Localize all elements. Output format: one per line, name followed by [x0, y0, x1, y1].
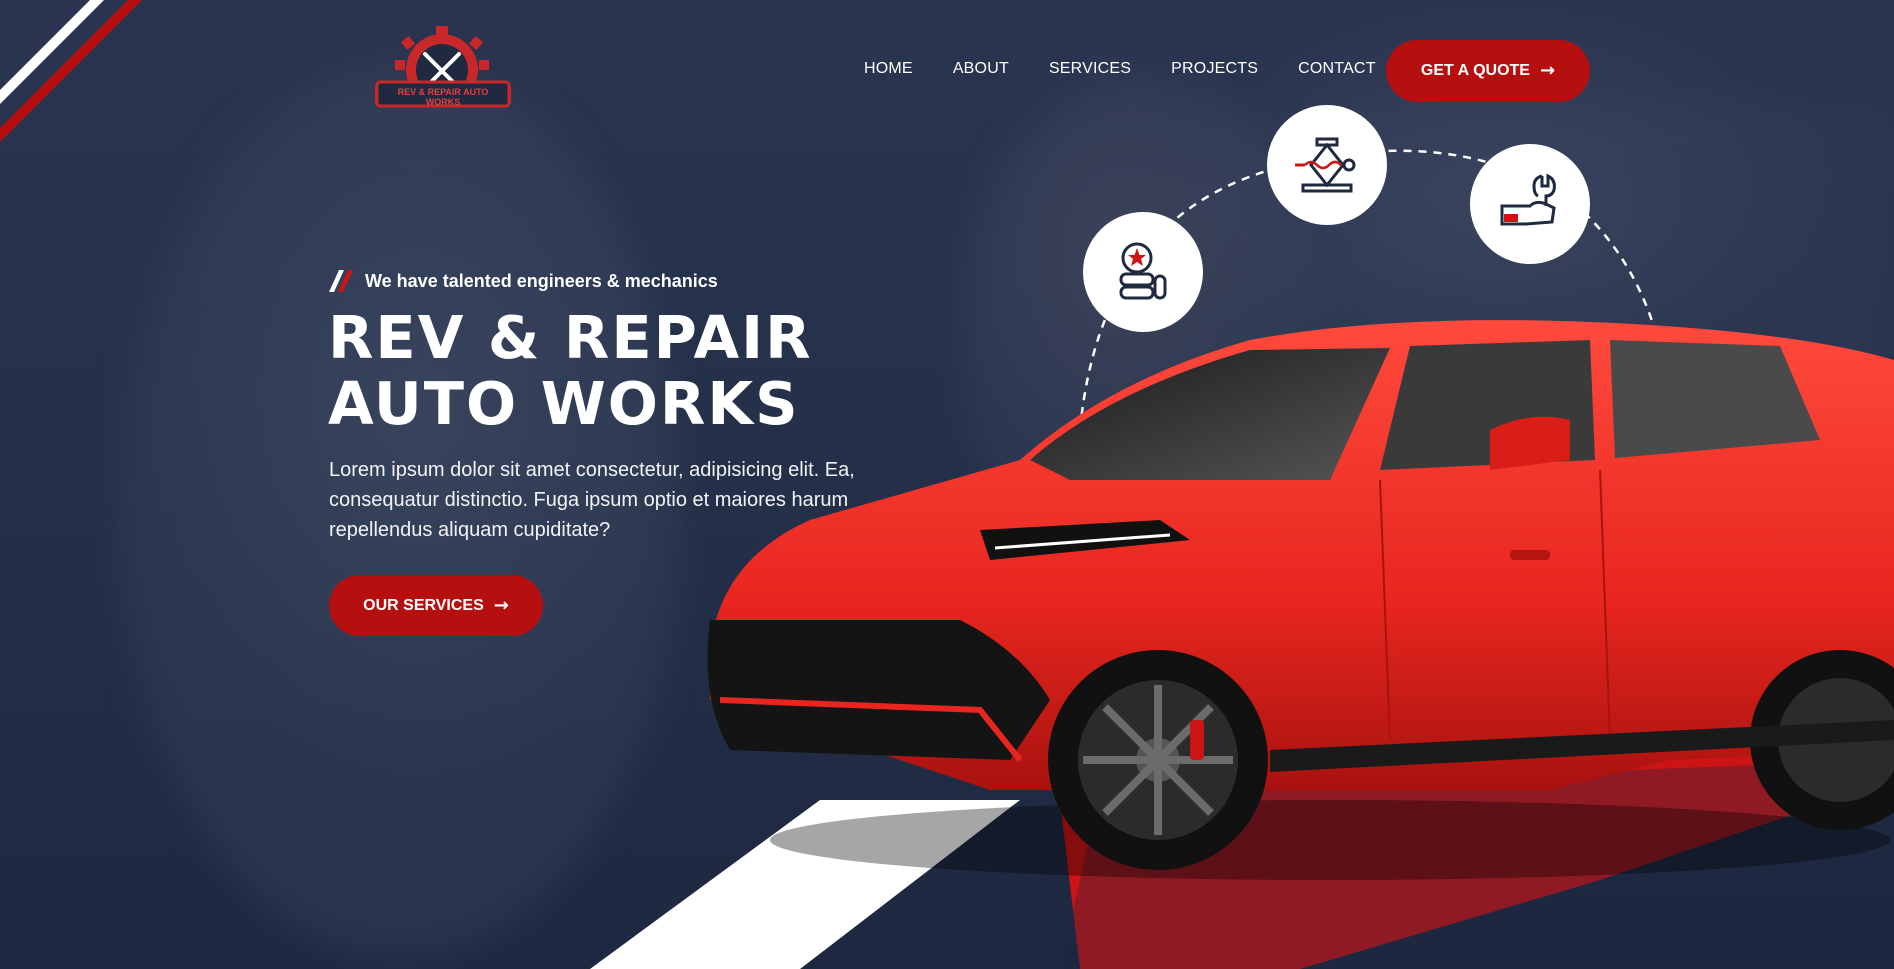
wrench-service-icon[interactable] — [1470, 144, 1590, 264]
wrench-hand-icon — [1500, 173, 1556, 226]
red-suv-image — [707, 320, 1894, 880]
hero-section: REV & REPAIR AUTO WORKS HOME ABOUT SERVI… — [0, 0, 1894, 969]
tires-service-icon[interactable] — [1083, 212, 1203, 332]
car-jack-service-icon[interactable] — [1267, 105, 1387, 225]
car-jack-icon — [1295, 137, 1356, 193]
tires-icon — [1119, 242, 1167, 300]
